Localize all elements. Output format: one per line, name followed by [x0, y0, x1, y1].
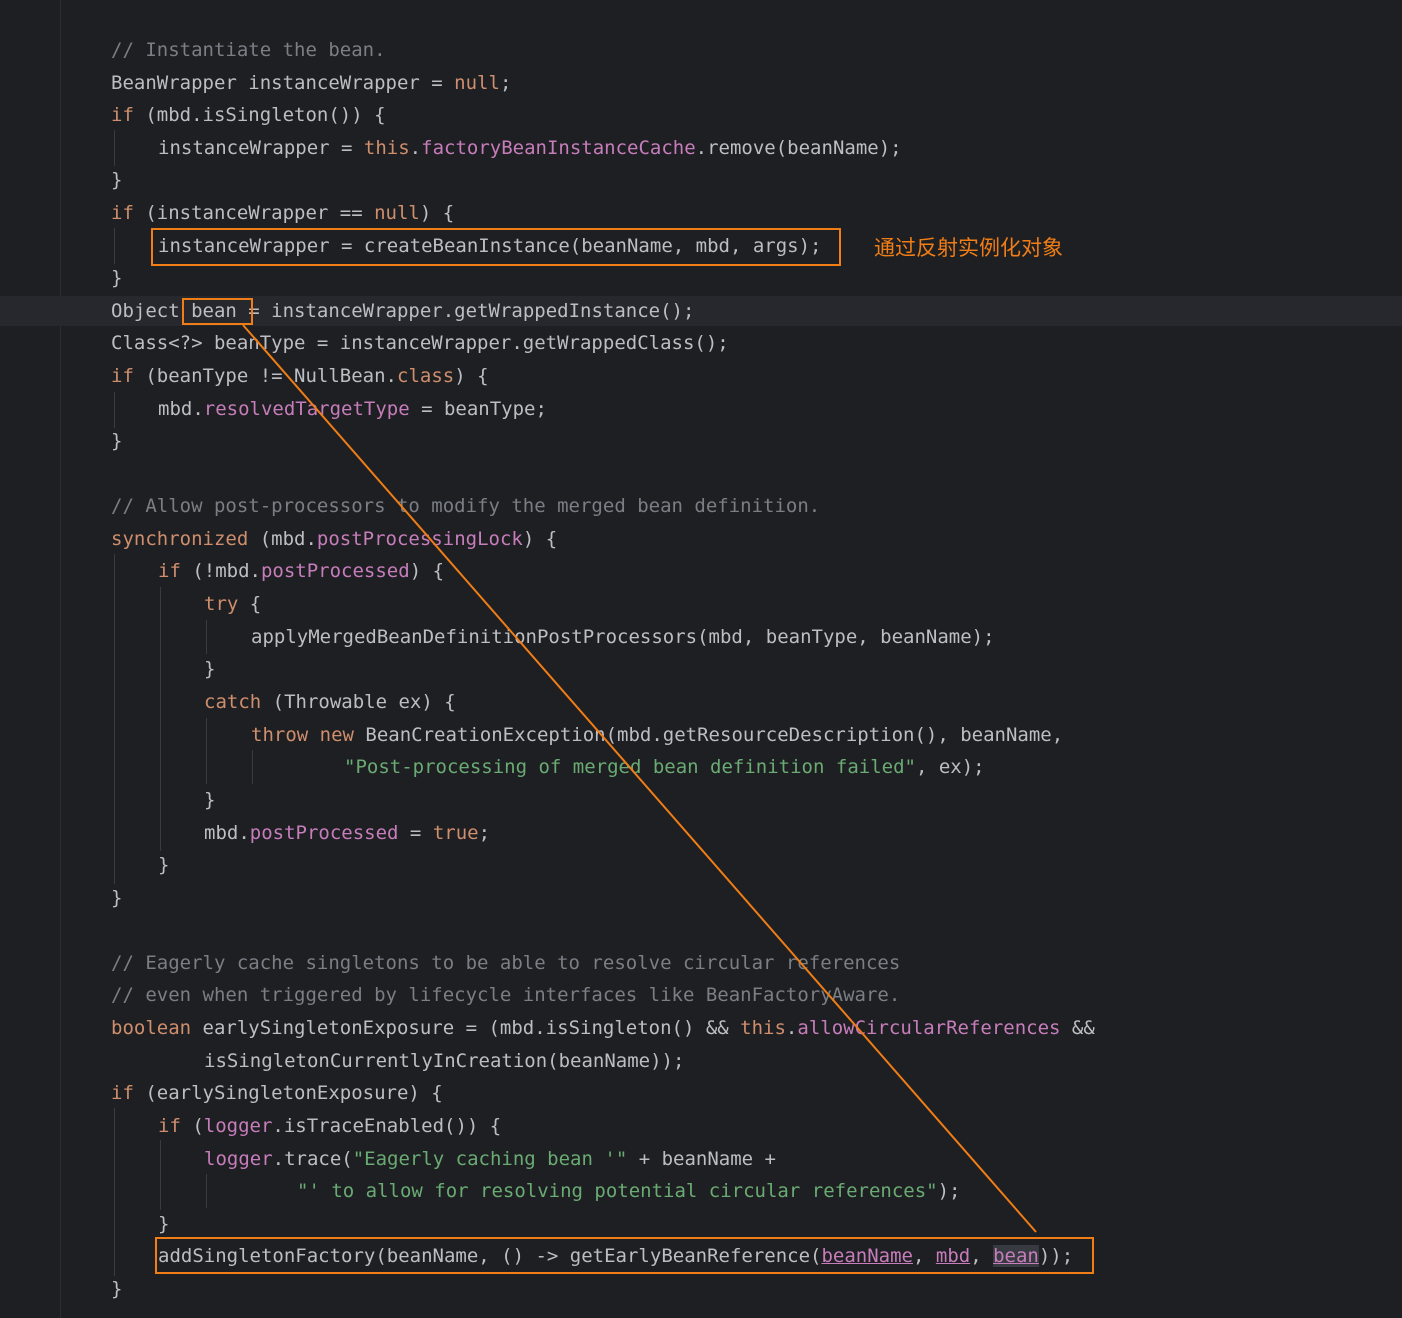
- connector-line: [242, 324, 1037, 1233]
- code-editor[interactable]: // Instantiate the bean. BeanWrapper ins…: [0, 0, 1402, 1318]
- connector-line-segment: [242, 324, 1037, 1233]
